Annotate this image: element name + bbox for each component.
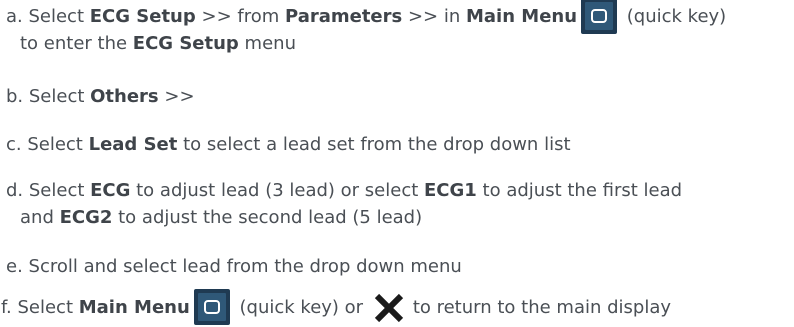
step-a-line-2: to enter the ECG Setup menu: [6, 30, 726, 57]
text: (quick key): [621, 6, 727, 27]
text: >>: [158, 86, 195, 107]
ecg2-term: ECG2: [59, 207, 113, 228]
main-menu-quick-key-icon: [581, 0, 618, 34]
text: d. Select: [6, 180, 91, 201]
ecg1-term: ECG1: [424, 180, 477, 201]
ecg-setup-term: ECG Setup: [132, 33, 239, 54]
step-d-line-1: d. Select ECG to adjust lead (3 lead) or…: [6, 177, 682, 204]
step-a: a. Select ECG Setup >> from Parameters >…: [6, 0, 727, 57]
text: (quick key) or: [233, 297, 369, 318]
text: to adjust the second lead (5 lead): [112, 207, 423, 228]
step-b-line: b. Select Others >>: [6, 83, 195, 110]
text: menu: [238, 33, 296, 54]
text: to enter the: [20, 33, 133, 54]
step-b: b. Select Others >>: [6, 83, 195, 110]
step-d: d. Select ECG to adjust lead (3 lead) or…: [6, 177, 682, 231]
step-e-line: e. Scroll and select lead from the drop …: [6, 253, 462, 280]
text: to adjust the first lead: [476, 180, 683, 201]
instruction-document: a. Select ECG Setup >> from Parameters >…: [0, 0, 794, 327]
main-menu-quick-key-icon: [193, 289, 230, 325]
text: to adjust lead (3 lead) or select: [130, 180, 425, 201]
text: >> in: [402, 6, 466, 27]
text: >> from: [195, 6, 285, 27]
main-menu-term: Main Menu: [465, 6, 578, 27]
close-icon: [374, 293, 403, 323]
ecg-term: ECG: [90, 180, 131, 201]
text: c. Select: [6, 134, 89, 155]
text: and: [20, 207, 60, 228]
step-d-line-2: and ECG2 to adjust the second lead (5 le…: [6, 204, 682, 231]
step-e: e. Scroll and select lead from the drop …: [6, 253, 462, 280]
text: f. Select: [1, 297, 79, 318]
text: e. Scroll and select lead from the drop …: [6, 256, 462, 277]
lead-set-term: Lead Set: [88, 134, 178, 155]
ecg-setup-term: ECG Setup: [89, 6, 196, 27]
step-f-line: f. Select Main Menu (quick key) or to re…: [1, 289, 672, 325]
text: b. Select: [6, 86, 91, 107]
parameters-term: Parameters: [284, 6, 403, 27]
step-a-line-1: a. Select ECG Setup >> from Parameters >…: [6, 0, 727, 34]
text: to return to the main display: [412, 297, 672, 318]
step-f: f. Select Main Menu (quick key) or to re…: [1, 289, 672, 325]
step-c: c. Select Lead Set to select a lead set …: [6, 131, 571, 158]
step-c-line: c. Select Lead Set to select a lead set …: [6, 131, 571, 158]
others-term: Others: [90, 86, 159, 107]
main-menu-term: Main Menu: [78, 297, 190, 318]
text: to select a lead set from the drop down …: [177, 134, 571, 155]
text: a. Select: [6, 6, 90, 27]
